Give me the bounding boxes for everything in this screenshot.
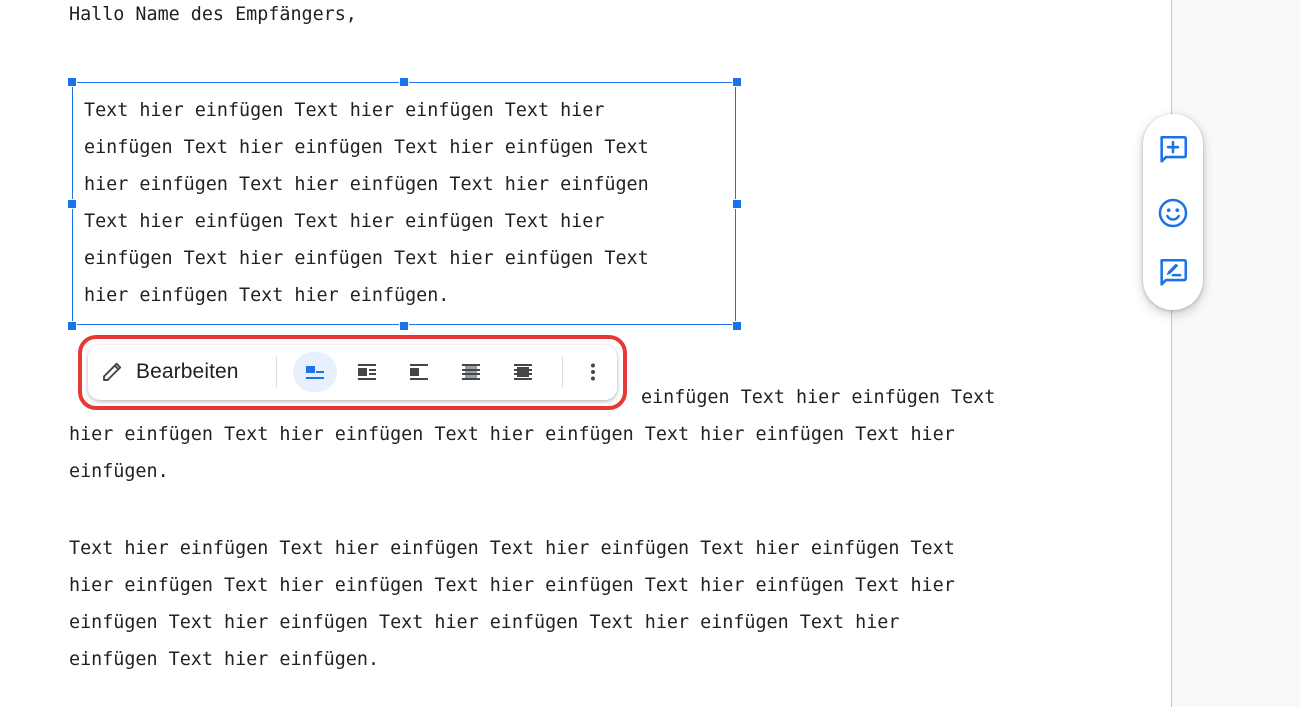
wrap-text-button[interactable] xyxy=(345,352,389,392)
greeting-line[interactable]: Hallo Name des Empfängers, xyxy=(69,5,357,24)
resize-handle-bottom-right[interactable] xyxy=(732,321,742,331)
break-text-icon xyxy=(407,360,431,384)
in-front-of-text-button[interactable] xyxy=(501,352,545,392)
toolbar-separator xyxy=(276,356,277,388)
wrap-text-icon xyxy=(355,360,379,384)
toolbar-separator xyxy=(562,356,563,388)
pencil-icon xyxy=(100,360,124,384)
suggest-edits-button[interactable] xyxy=(1153,253,1193,293)
paragraph-1-rest[interactable]: hier einfügen Text hier einfügen Text hi… xyxy=(69,416,955,490)
suggest-edits-icon xyxy=(1156,256,1190,290)
add-comment-button[interactable] xyxy=(1153,130,1193,170)
resize-handle-middle-left[interactable] xyxy=(67,199,77,209)
paragraph-2[interactable]: Text hier einfügen Text hier einfügen Te… xyxy=(69,530,955,678)
wrap-inline-icon xyxy=(303,360,327,384)
more-vert-icon xyxy=(581,360,605,384)
text-box-content[interactable]: Text hier einfügen Text hier einfügen Te… xyxy=(84,92,724,314)
emoji-icon xyxy=(1156,196,1190,230)
resize-handle-bottom-left[interactable] xyxy=(67,321,77,331)
paragraph-1-line-1-visible[interactable]: einfügen Text hier einfügen Text xyxy=(641,388,995,407)
resize-handle-top-right[interactable] xyxy=(732,77,742,87)
add-emoji-reaction-button[interactable] xyxy=(1153,193,1193,233)
more-options-button[interactable] xyxy=(578,352,608,392)
resize-handle-top-center[interactable] xyxy=(399,77,409,87)
break-text-button[interactable] xyxy=(397,352,441,392)
edit-button[interactable]: Bearbeiten xyxy=(96,352,258,392)
resize-handle-bottom-center[interactable] xyxy=(399,321,409,331)
in-front-of-text-icon xyxy=(511,360,535,384)
add-comment-icon xyxy=(1156,133,1190,167)
behind-text-icon xyxy=(459,360,483,384)
resize-handle-middle-right[interactable] xyxy=(732,199,742,209)
resize-handle-top-left[interactable] xyxy=(67,77,77,87)
edit-button-label: Bearbeiten xyxy=(136,360,239,383)
selected-text-box[interactable]: Text hier einfügen Text hier einfügen Te… xyxy=(72,82,736,325)
right-gutter xyxy=(1172,0,1300,707)
behind-text-button[interactable] xyxy=(449,352,493,392)
wrap-inline-button[interactable] xyxy=(293,352,337,392)
